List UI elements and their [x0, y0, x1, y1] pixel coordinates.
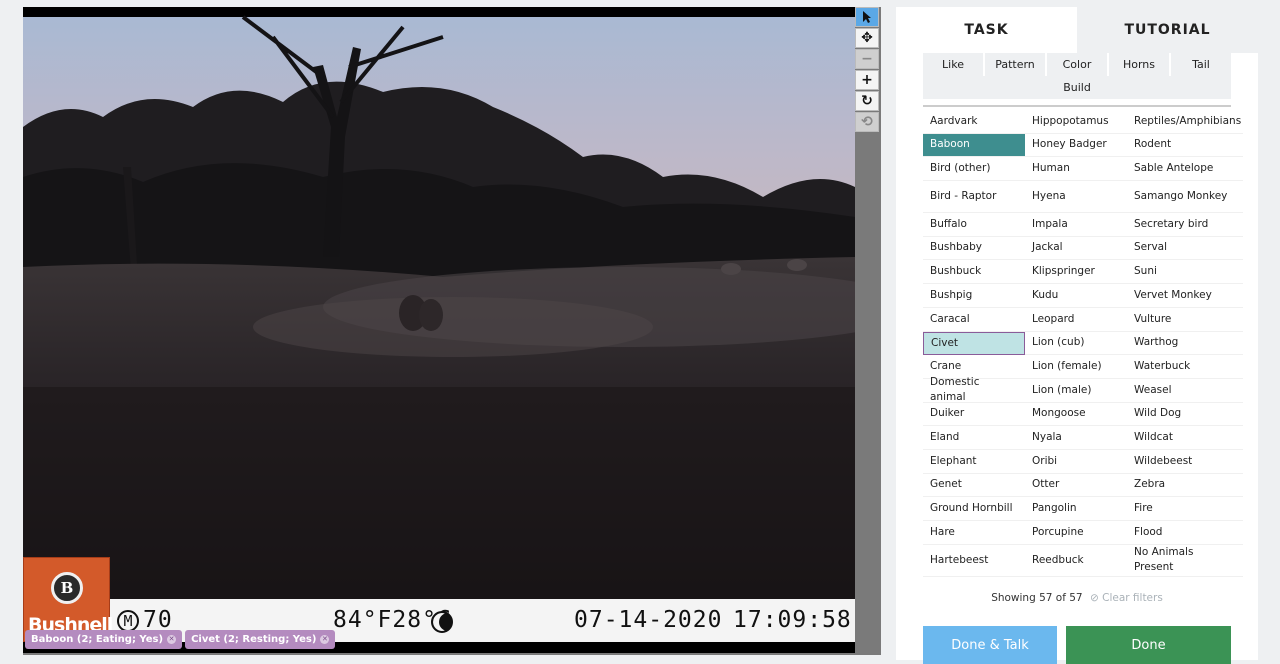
species-option[interactable]: Genet: [923, 474, 1025, 498]
camera-trap-photo[interactable]: [23, 7, 855, 653]
done-button[interactable]: Done: [1066, 626, 1231, 664]
species-option[interactable]: Hare: [923, 521, 1025, 545]
remove-icon[interactable]: ✕: [320, 635, 330, 644]
species-option[interactable]: Hyena: [1025, 181, 1127, 214]
annotation-chip[interactable]: Baboon (2; Eating; Yes) ✕: [25, 630, 183, 649]
species-option[interactable]: Pangolin: [1025, 497, 1127, 521]
species-option[interactable]: Flood: [1127, 521, 1243, 545]
species-option[interactable]: Wildebeest: [1127, 450, 1243, 474]
scene-graphic: [23, 7, 855, 653]
species-option[interactable]: Jackal: [1025, 237, 1127, 261]
species-option[interactable]: Duiker: [923, 403, 1025, 427]
species-option[interactable]: Baboon: [923, 133, 1025, 158]
viewer-toolbar: ✥ − + ↻ ⟲: [855, 7, 881, 132]
species-option[interactable]: Vervet Monkey: [1127, 284, 1243, 308]
annotation-label: Baboon (2; Eating; Yes): [31, 634, 164, 645]
annotation-label: Civet (2; Resting; Yes): [191, 634, 317, 645]
species-option[interactable]: Oribi: [1025, 450, 1127, 474]
species-option[interactable]: Buffalo: [923, 213, 1025, 237]
species-option[interactable]: Lion (female): [1025, 355, 1127, 379]
species-option[interactable]: Weasel: [1127, 379, 1243, 403]
result-count: Showing 57 of 57 ⊘ Clear filters: [896, 592, 1258, 604]
species-option[interactable]: Leopard: [1025, 308, 1127, 332]
moon-phase-badge: M: [117, 610, 139, 632]
species-option[interactable]: Bushpig: [923, 284, 1025, 308]
filter-pattern[interactable]: Pattern: [985, 53, 1047, 76]
filter-build[interactable]: Build: [923, 76, 1231, 99]
species-option[interactable]: Domestic animal: [923, 376, 1025, 403]
done-and-talk-button[interactable]: Done & Talk: [923, 626, 1057, 664]
filter-like[interactable]: Like: [923, 53, 985, 76]
species-option[interactable]: Caracal: [923, 308, 1025, 332]
zoom-in-icon[interactable]: +: [855, 70, 879, 90]
task-panel: TASK TUTORIAL Like Pattern Color Horns T…: [896, 7, 1258, 664]
pointer-icon[interactable]: [855, 7, 879, 27]
filter-divider: [923, 105, 1231, 107]
species-option[interactable]: Warthog: [1127, 332, 1243, 356]
species-option[interactable]: Ground Hornbill: [923, 497, 1025, 521]
species-option[interactable]: Nyala: [1025, 426, 1127, 450]
species-option[interactable]: Elephant: [923, 450, 1025, 474]
zoom-out-icon[interactable]: −: [855, 49, 879, 69]
clear-filters-button[interactable]: ⊘ Clear filters: [1090, 592, 1163, 604]
filter-color[interactable]: Color: [1047, 53, 1109, 76]
species-option[interactable]: Bird (other): [923, 157, 1025, 182]
species-option[interactable]: Hippopotamus: [1025, 110, 1127, 134]
image-viewer: B Bushnell M 70 84°F28°C 07-14-2020 17:0…: [23, 7, 881, 655]
showing-count: Showing 57 of 57: [991, 592, 1083, 604]
species-option[interactable]: Impala: [1025, 213, 1127, 237]
move-icon[interactable]: ✥: [855, 28, 879, 48]
species-option[interactable]: Aardvark: [923, 110, 1025, 134]
species-option[interactable]: Secretary bird: [1127, 213, 1243, 237]
species-option[interactable]: Kudu: [1025, 284, 1127, 308]
species-list: Aardvark Hippopotamus Reptiles/Amphibians B…: [923, 110, 1243, 577]
time: 17:09:58: [733, 607, 852, 633]
species-option[interactable]: No Animals Present: [1127, 545, 1243, 577]
species-option[interactable]: Mongoose: [1025, 403, 1127, 427]
species-option[interactable]: Reptiles/Amphibians: [1127, 110, 1243, 134]
species-option[interactable]: Fire: [1127, 497, 1243, 521]
species-option[interactable]: Rodent: [1127, 134, 1243, 158]
bushnell-emblem-icon: B: [51, 572, 83, 604]
species-option[interactable]: Bushbaby: [923, 237, 1025, 261]
species-option[interactable]: Waterbuck: [1127, 355, 1243, 379]
date: 07-14-2020: [574, 607, 723, 633]
species-option[interactable]: Lion (cub): [1025, 332, 1127, 356]
species-option[interactable]: Vulture: [1127, 308, 1243, 332]
species-option[interactable]: Sable Antelope: [1127, 157, 1243, 182]
tab-tutorial[interactable]: TUTORIAL: [1077, 7, 1258, 53]
species-option[interactable]: Serval: [1127, 237, 1243, 261]
species-option[interactable]: Zebra: [1127, 474, 1243, 498]
species-option[interactable]: Wild Dog: [1127, 403, 1243, 427]
species-option[interactable]: Human: [1025, 157, 1127, 182]
species-option[interactable]: Bird - Raptor: [923, 181, 1025, 214]
species-option[interactable]: Honey Badger: [1025, 134, 1127, 158]
species-option[interactable]: Eland: [923, 426, 1025, 450]
species-option[interactable]: Hartebeest: [923, 545, 1025, 577]
species-option[interactable]: Civet: [923, 331, 1025, 356]
tab-task[interactable]: TASK: [896, 7, 1077, 53]
species-option[interactable]: Porcupine: [1025, 521, 1127, 545]
annotation-chips: Baboon (2; Eating; Yes) ✕ Civet (2; Rest…: [25, 630, 336, 649]
species-option[interactable]: Suni: [1127, 260, 1243, 285]
remove-icon[interactable]: ✕: [167, 635, 177, 644]
species-option[interactable]: Otter: [1025, 474, 1127, 498]
reset-icon[interactable]: ⟲: [855, 112, 879, 132]
species-option[interactable]: Lion (male): [1025, 379, 1127, 403]
species-option[interactable]: Reedbuck: [1025, 545, 1127, 577]
clear-filters-label: Clear filters: [1102, 592, 1163, 604]
filter-bar: Like Pattern Color Horns Tail Build: [923, 53, 1231, 107]
species-option[interactable]: Samango Monkey: [1127, 181, 1243, 214]
filter-tail[interactable]: Tail: [1171, 53, 1231, 76]
moon-icon: [431, 611, 453, 633]
species-option[interactable]: Wildcat: [1127, 426, 1243, 450]
filter-horns[interactable]: Horns: [1109, 53, 1171, 76]
species-option[interactable]: Klipspringer: [1025, 260, 1127, 285]
species-option[interactable]: Bushbuck: [923, 260, 1025, 285]
panel-tabs: TASK TUTORIAL: [896, 7, 1258, 53]
rotate-icon[interactable]: ↻: [855, 91, 879, 111]
annotation-chip[interactable]: Civet (2; Resting; Yes) ✕: [185, 630, 336, 649]
